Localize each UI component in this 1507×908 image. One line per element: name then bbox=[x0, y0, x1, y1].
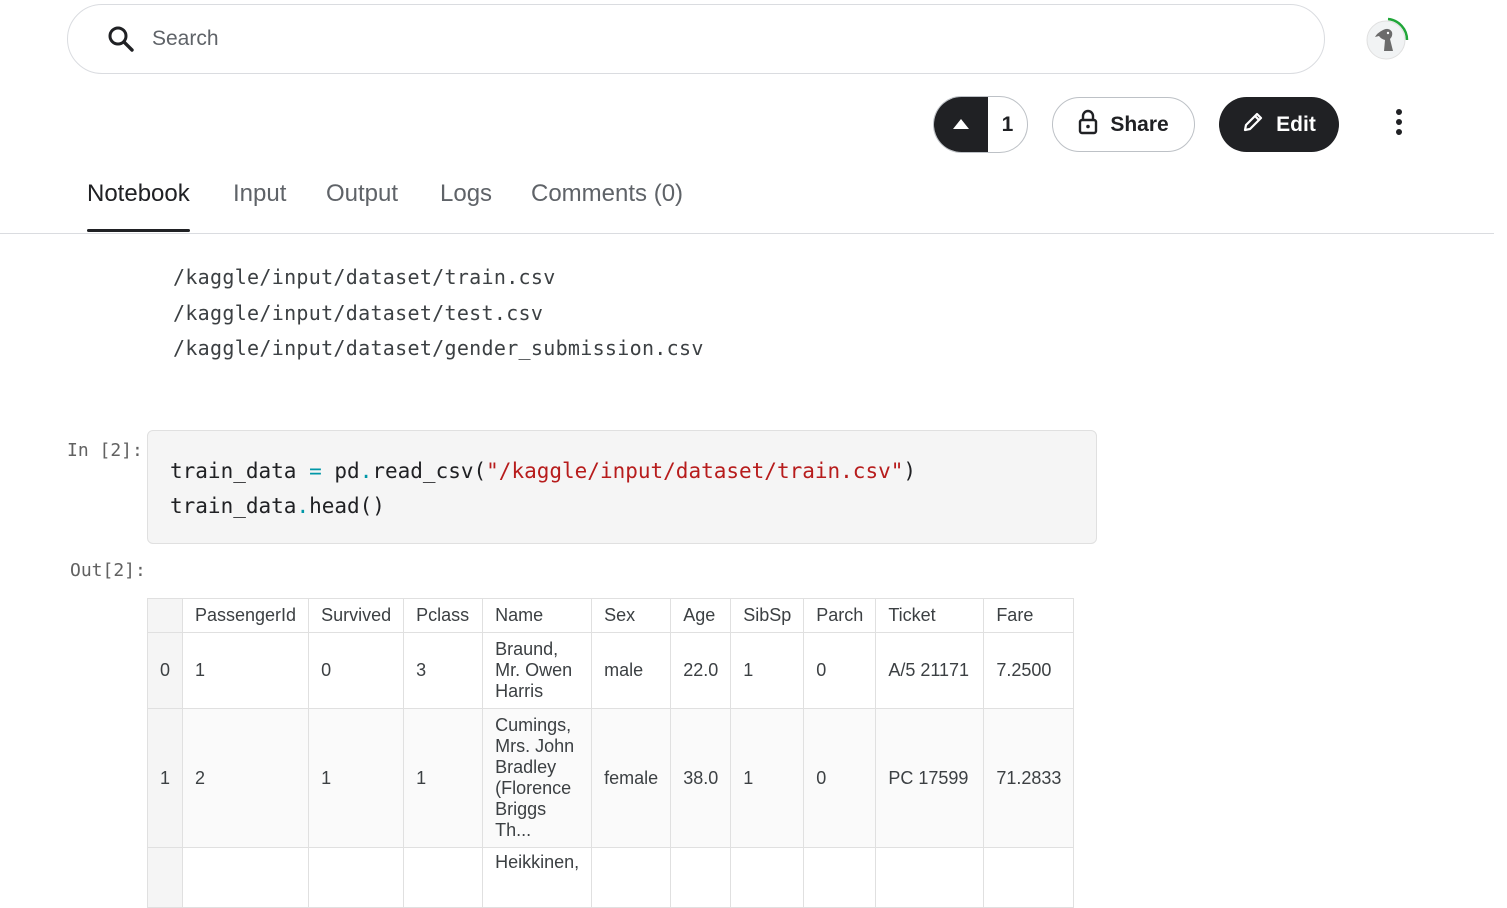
upvote-control[interactable]: 1 bbox=[933, 96, 1028, 153]
row-index: 1 bbox=[147, 708, 183, 848]
table-cell: 1 bbox=[730, 632, 805, 709]
avatar[interactable] bbox=[1362, 16, 1410, 64]
code-line: train_data.head() bbox=[170, 494, 385, 518]
table-cell: 3 bbox=[403, 632, 484, 709]
stdout-line: /kaggle/input/dataset/test.csv bbox=[173, 300, 544, 325]
table-cell: 2 bbox=[181, 708, 310, 848]
table-cell bbox=[308, 847, 405, 908]
column-header bbox=[147, 598, 183, 633]
vote-count: 1 bbox=[1001, 112, 1014, 136]
table-cell: 1 bbox=[308, 708, 405, 848]
table-cell bbox=[875, 847, 985, 908]
stdout-line: /kaggle/input/dataset/train.csv bbox=[173, 265, 556, 289]
table-cell: female bbox=[591, 708, 672, 848]
table-cell: 1 bbox=[730, 708, 805, 848]
table-cell: 0 bbox=[803, 708, 877, 848]
table-row: 1 2 1 1 Cumings, Mrs. John Bradley (Flor… bbox=[147, 708, 1075, 848]
lock-icon bbox=[1078, 109, 1098, 141]
table-cell: 0 bbox=[803, 632, 877, 709]
table-cell: Cumings, Mrs. John Bradley (Florence Bri… bbox=[482, 708, 593, 848]
column-header: Age bbox=[670, 598, 732, 633]
row-index bbox=[147, 847, 183, 908]
column-header: Parch bbox=[803, 598, 877, 633]
pencil-icon bbox=[1242, 111, 1264, 139]
column-header: Pclass bbox=[403, 598, 484, 633]
column-header: Sex bbox=[591, 598, 672, 633]
table-cell: 71.2833 bbox=[983, 708, 1075, 848]
table-cell: 1 bbox=[403, 708, 484, 848]
tab-output[interactable]: Output bbox=[326, 180, 398, 232]
table-cell: A/5 21171 bbox=[875, 632, 985, 709]
table-row: Heikkinen, bbox=[147, 847, 1075, 908]
table-row: 0 1 0 3 Braund, Mr. Owen Harris male 22.… bbox=[147, 632, 1075, 709]
caret-up-icon bbox=[953, 116, 969, 134]
tab-logs[interactable]: Logs bbox=[440, 180, 492, 232]
table-cell: Heikkinen, bbox=[482, 847, 593, 908]
search-icon bbox=[106, 24, 136, 54]
out-prompt: Out[2]: bbox=[70, 560, 146, 581]
table-header-row: PassengerId Survived Pclass Name Sex Age… bbox=[147, 598, 1075, 633]
table-cell: Braund, Mr. Owen Harris bbox=[482, 632, 593, 709]
in-prompt: In [2]: bbox=[67, 440, 143, 461]
tab-bar: Notebook Input Output Logs Comments (0) bbox=[0, 170, 1494, 234]
table-cell bbox=[983, 847, 1075, 908]
share-label: Share bbox=[1110, 112, 1169, 136]
tab-input[interactable]: Input bbox=[233, 180, 286, 232]
edit-button[interactable]: Edit bbox=[1219, 97, 1339, 152]
tab-comments[interactable]: Comments (0) bbox=[531, 180, 683, 232]
dataframe-table: PassengerId Survived Pclass Name Sex Age… bbox=[147, 598, 1075, 908]
table-cell bbox=[591, 847, 672, 908]
table-cell bbox=[803, 847, 877, 908]
column-header: PassengerId bbox=[181, 598, 310, 633]
column-header: Survived bbox=[308, 598, 405, 633]
table-cell bbox=[403, 847, 484, 908]
edit-label: Edit bbox=[1276, 112, 1316, 136]
column-header: SibSp bbox=[730, 598, 805, 633]
stdout-line: /kaggle/input/dataset/gender_submission.… bbox=[173, 336, 704, 360]
column-header: Fare bbox=[983, 598, 1075, 633]
table-cell bbox=[670, 847, 732, 908]
search-bar[interactable] bbox=[67, 4, 1325, 74]
column-header: Name bbox=[482, 598, 593, 633]
row-index: 0 bbox=[147, 632, 183, 709]
cell-stdout: /kaggle/input/dataset/train.csv /kaggle/… bbox=[173, 260, 704, 367]
more-vert-icon bbox=[1395, 108, 1403, 141]
code-cell[interactable]: train_data = pd.read_csv("/kaggle/input/… bbox=[147, 430, 1097, 544]
table-cell: 22.0 bbox=[670, 632, 732, 709]
more-options-button[interactable] bbox=[1382, 104, 1416, 144]
share-button[interactable]: Share bbox=[1052, 97, 1195, 152]
table-cell bbox=[730, 847, 805, 908]
table-cell: male bbox=[591, 632, 672, 709]
table-cell bbox=[181, 847, 310, 908]
table-cell: 0 bbox=[308, 632, 405, 709]
search-input[interactable] bbox=[150, 26, 1154, 52]
column-header: Ticket bbox=[875, 598, 985, 633]
table-cell: 7.2500 bbox=[983, 632, 1075, 709]
upvote-button[interactable] bbox=[934, 97, 988, 152]
table-cell: PC 17599 bbox=[875, 708, 985, 848]
code-line: train_data = pd.read_csv("/kaggle/input/… bbox=[170, 459, 917, 483]
table-cell: 1 bbox=[181, 632, 310, 709]
tab-notebook[interactable]: Notebook bbox=[87, 180, 190, 232]
table-cell: 38.0 bbox=[670, 708, 732, 848]
